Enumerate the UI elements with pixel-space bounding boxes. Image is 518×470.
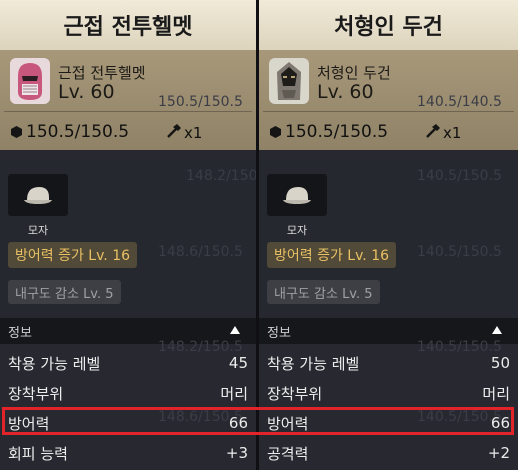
left-ghost-text-b: 148.2/150.5 [186,168,256,184]
right-ghost-text-a: 140.5/140.5 [417,94,502,110]
left-row-defense: 방어력 66 [0,408,256,438]
left-row-evasion: 회피 능력 +3 [0,438,256,468]
left-info-title: 정보 [8,325,32,341]
right-row-defense: 방어력 66 [259,408,518,438]
hammer-icon [426,124,440,138]
right-item-level: Lv. 60 [317,81,374,103]
right-debuff-chip[interactable]: 내구도 감소 Lv. 5 [267,280,380,304]
left-ghost-text-c: 148.6/150.5 [158,244,243,260]
left-enchant-chip[interactable]: 방어력 증가 Lv. 16 [8,242,138,268]
cap-icon [8,174,68,216]
row-label: 회피 능력 [8,444,68,463]
row-value: 머리 [220,384,248,403]
left-count-value: x1 [184,124,203,142]
right-info-title: 정보 [267,325,291,341]
left-ghost-text-a: 150.5/150.5 [158,94,243,110]
weight-icon [270,126,281,138]
row-value: 45 [228,354,248,372]
row-label: 착용 가능 레벨 [8,354,101,373]
left-row-slot: 장착부위 머리 [0,378,256,408]
helmet-icon [10,58,50,104]
row-label: 장착부위 [8,384,64,403]
right-type-label: 모자 [286,224,308,237]
left-item-level: Lv. 60 [58,81,115,103]
row-label: 착용 가능 레벨 [267,354,360,373]
right-item-title: 처형인 두건 [259,0,518,50]
left-debuff-chip[interactable]: 내구도 감소 Lv. 5 [8,280,121,304]
left-type-label: 모자 [27,224,49,237]
right-count-value: x1 [443,124,462,142]
row-label: 방어력 [8,414,50,433]
left-item-name: 근접 전투헬멧 [58,64,146,82]
left-weight-value: 150.5/150.5 [26,122,130,142]
row-value: +2 [487,444,510,462]
row-value: +3 [225,444,248,462]
row-value: 머리 [482,384,510,403]
right-row-slot: 장착부위 머리 [259,378,518,408]
right-weight-value: 150.5/150.5 [285,122,389,142]
row-value: 66 [228,414,248,432]
right-card-divider [263,111,514,112]
left-row-level: 착용 가능 레벨 45 [0,348,256,378]
row-label: 방어력 [267,414,309,433]
cap-icon [267,174,327,216]
right-item-panel: 처형인 두건 처형인 두건 Lv. 60 140.5/140.5 150.5/1… [259,0,518,470]
triangle-up-icon[interactable] [492,326,502,334]
left-item-panel: 근접 전투헬멧 근접 전투헬멧 Lv. 60 150.5/150.5 150.5… [0,0,256,470]
right-ghost-text-c: 140.5/150.5 [417,244,502,260]
right-row-attack: 공격력 +2 [259,438,518,468]
row-label: 장착부위 [267,384,323,403]
left-card-divider [4,111,252,112]
triangle-up-icon[interactable] [230,326,240,334]
row-label: 공격력 [267,444,309,463]
row-value: 50 [490,354,510,372]
row-value: 66 [490,414,510,432]
right-enchant-chip[interactable]: 방어력 증가 Lv. 16 [267,242,397,268]
hammer-icon [167,124,181,138]
right-row-level: 착용 가능 레벨 50 [259,348,518,378]
hood-icon [269,58,309,104]
right-ghost-text-b: 140.5/150.5 [417,168,502,184]
left-item-title: 근접 전투헬멧 [0,0,256,50]
right-item-name: 처형인 두건 [317,64,391,82]
weight-icon [11,126,22,138]
